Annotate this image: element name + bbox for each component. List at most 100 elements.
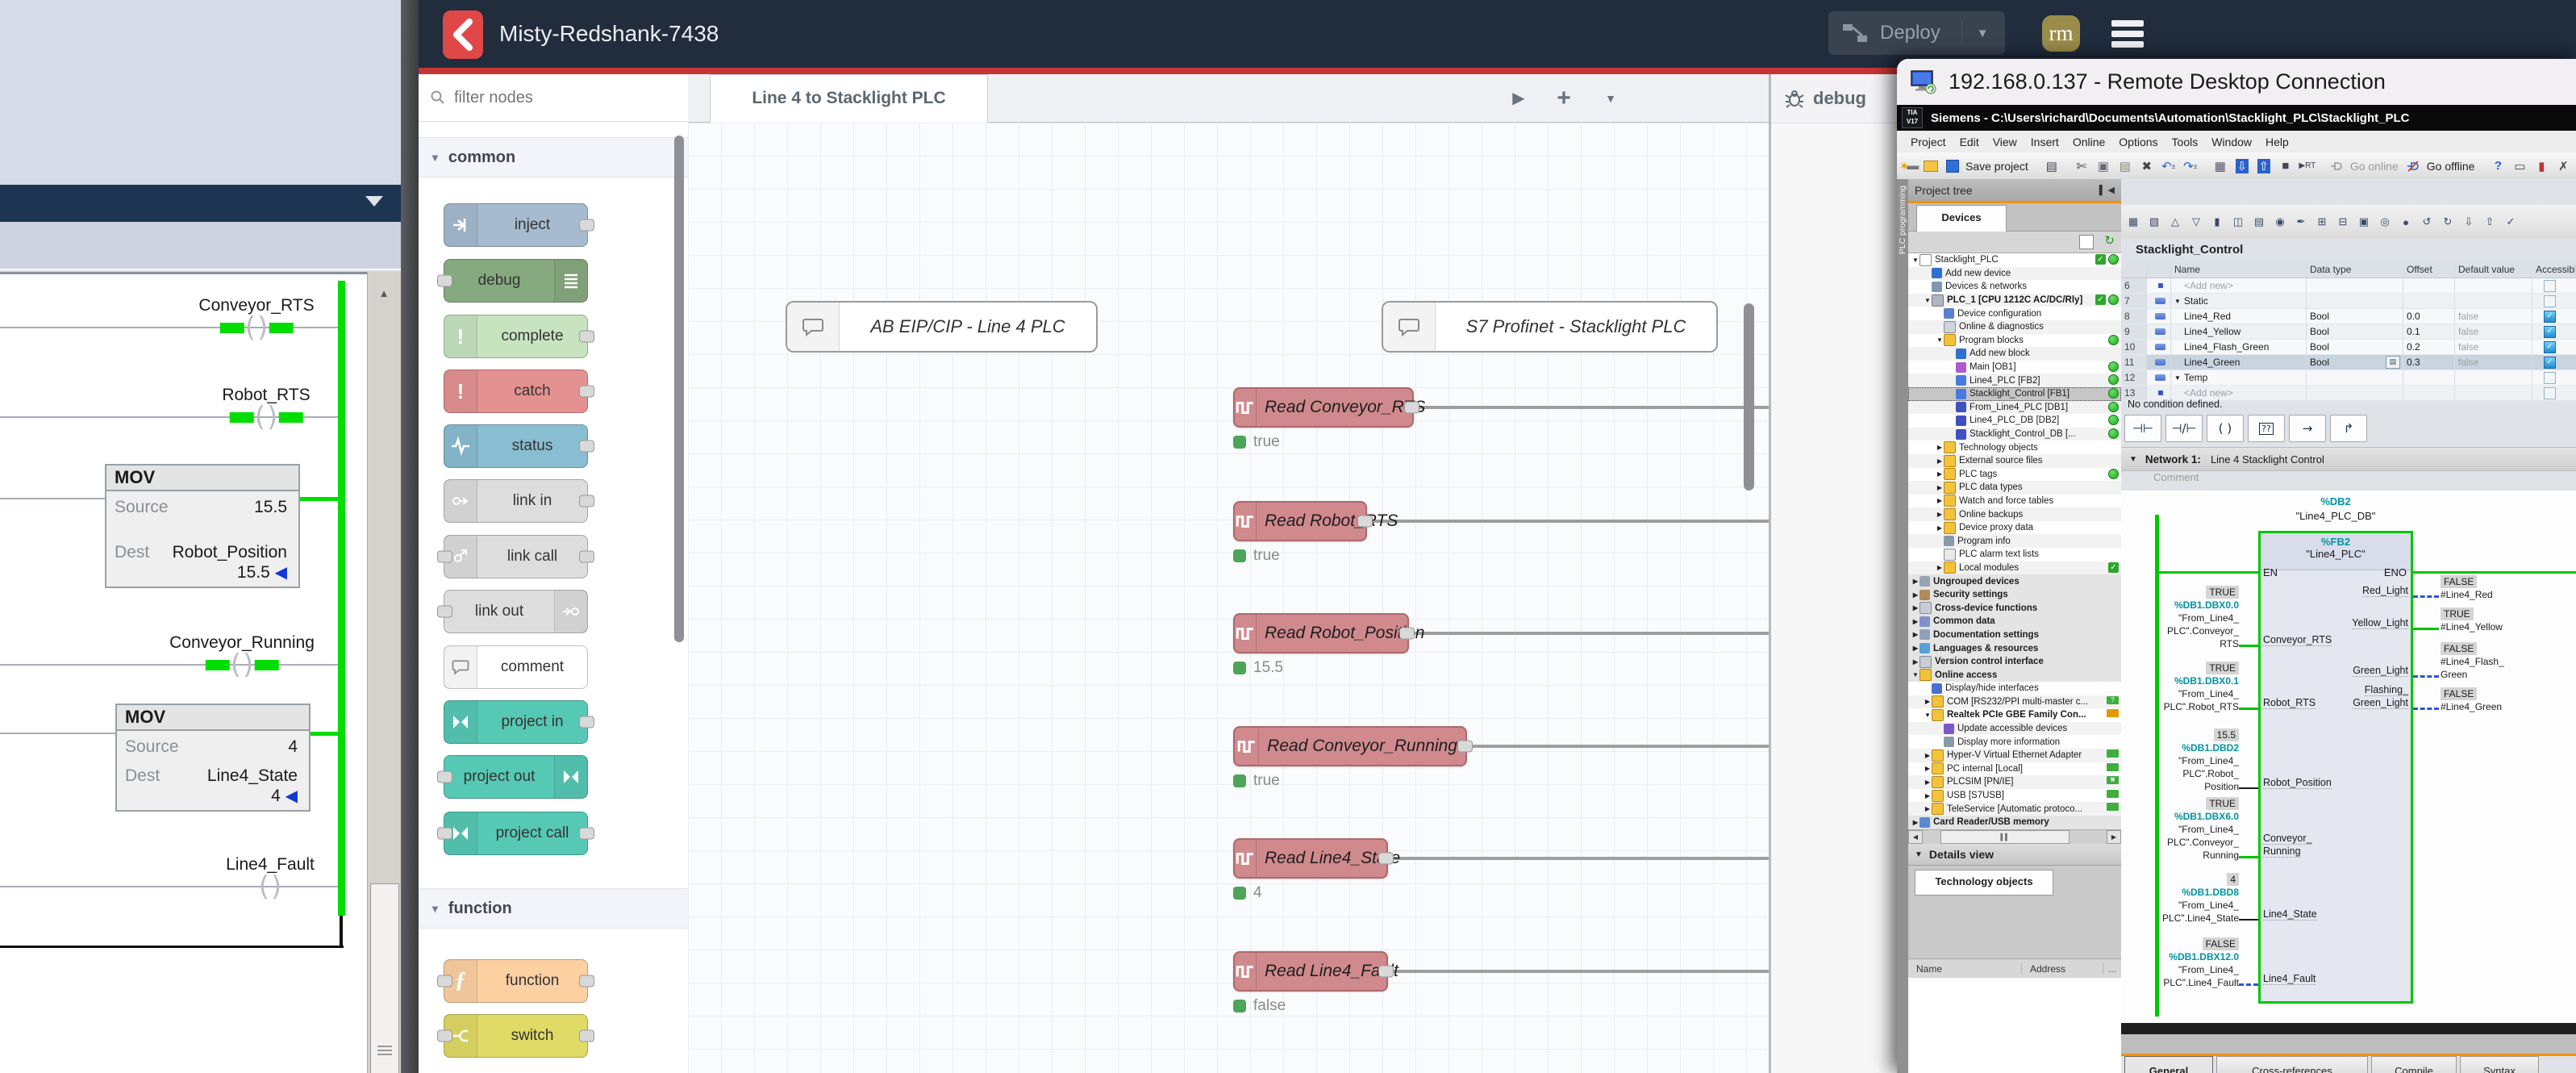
checkbox-icon[interactable] — [2544, 372, 2556, 384]
side-tab-plc-programming[interactable]: PLC programming — [1897, 179, 1908, 1073]
expand-all-icon[interactable]: ⊞ — [2313, 213, 2331, 231]
tree-item-ungrouped-devices[interactable]: ▶Ungrouped devices — [1908, 574, 2121, 588]
tree-item-version-control-interface[interactable]: ▶Version control interface — [1908, 655, 2121, 669]
expander-closed-icon[interactable]: ▶ — [1924, 792, 1932, 800]
tree-item-pc-internal-local[interactable]: ▶PC internal [Local] — [1908, 762, 2121, 776]
open-project-icon[interactable] — [1921, 157, 1940, 176]
table-row[interactable]: 9Line4_YellowBool0.1false✓ — [2121, 324, 2576, 340]
add-flow-icon[interactable]: + — [1546, 74, 1582, 123]
tab-line4-to-stacklight-plc[interactable]: Line 4 to Stacklight PLC — [710, 74, 988, 123]
cell-accessible[interactable]: ✓ — [2532, 355, 2576, 369]
tree-item-teleservice-automatic-protoco[interactable]: ▶TeleService [Automatic protoco... — [1908, 802, 2121, 816]
tree-item-card-reader-usb-memory[interactable]: ▶Card Reader/USB memory — [1908, 816, 2121, 829]
tree-item-main-ob1[interactable]: Main [OB1] — [1908, 361, 2121, 374]
ladder-contact[interactable]: () — [220, 317, 294, 338]
expander-open-icon[interactable]: ▼ — [1936, 336, 1944, 344]
tree-item-plc-1-cpu-1212c-ac-dc-rly[interactable]: ▼PLC_1 [CPU 1212C AC/DC/Rly]✓ — [1908, 294, 2121, 307]
cell-data-type[interactable] — [2307, 370, 2403, 385]
tab-general[interactable]: General — [2124, 1056, 2213, 1073]
tree-item-online-diagnostics[interactable]: Online & diagnostics — [1908, 320, 2121, 334]
start-sim-icon[interactable]: ▭ — [2510, 157, 2529, 176]
expander-closed-icon[interactable]: ▶ — [1911, 645, 1919, 652]
empty-box-button[interactable]: ?? — [2248, 415, 2285, 442]
nc-contact-button[interactable]: ⊣/⊢ — [2165, 415, 2203, 442]
comment-node[interactable]: AB EIP/CIP - Line 4 PLC — [786, 301, 1098, 353]
cut-icon[interactable]: ✄ — [2072, 157, 2091, 176]
cell-name[interactable]: ▼Temp — [2171, 370, 2307, 385]
comment-node[interactable]: S7 Profinet - Stacklight PLC — [1382, 301, 1718, 353]
palette-section-common[interactable]: ▼common — [419, 137, 688, 177]
redo-icon[interactable]: ↷± — [2181, 157, 2200, 176]
search-input[interactable] — [452, 88, 649, 108]
menu-insert[interactable]: Insert — [2031, 136, 2059, 148]
table-row[interactable]: 10Line4_Flash_GreenBool0.2false✓ — [2121, 340, 2576, 355]
close-branch-button[interactable]: ↱ — [2330, 415, 2367, 442]
table-row[interactable]: 11Line4_GreenBool▤0.3false✓ — [2121, 355, 2576, 370]
palette-node-comment[interactable]: comment — [444, 645, 588, 689]
expander-closed-icon[interactable]: ▶ — [1924, 805, 1932, 812]
scroll-up-icon[interactable]: ▲ — [372, 283, 396, 304]
expander-open-icon[interactable]: ▼ — [1924, 712, 1932, 719]
cell-default[interactable]: false — [2455, 309, 2532, 324]
palette-section-function[interactable]: ▼function — [419, 888, 688, 929]
cell-name[interactable]: Line4_Green — [2171, 355, 2307, 369]
expander-closed-icon[interactable]: ▶ — [1936, 470, 1944, 478]
expander-closed-icon[interactable]: ▶ — [1911, 591, 1919, 599]
expander-closed-icon[interactable]: ▶ — [1911, 604, 1919, 612]
expander-closed-icon[interactable]: ▶ — [1936, 497, 1944, 504]
tree-item-display-hide-interfaces[interactable]: Display/hide interfaces — [1908, 682, 2121, 695]
go-offline-button[interactable]: Go offline — [2427, 160, 2475, 173]
tree-item-program-info[interactable]: Program info — [1908, 534, 2121, 548]
compile-icon[interactable]: ▦ — [2211, 157, 2230, 176]
menu-project[interactable]: Project — [1911, 136, 1946, 148]
print-icon[interactable]: ▤ — [2042, 157, 2061, 176]
cell-default[interactable] — [2455, 370, 2532, 385]
reset-start-icon[interactable]: ↺ — [2418, 213, 2436, 231]
cell-name[interactable]: Line4_Red — [2171, 309, 2307, 324]
flow-node-read[interactable]: Read Robot_RTS — [1233, 501, 1367, 541]
expander-closed-icon[interactable]: ▶ — [1936, 484, 1944, 491]
ladder-contact[interactable]: () — [230, 407, 303, 428]
fb-call-block[interactable]: %FB2 "Line4_PLC" — [2258, 531, 2413, 1004]
palette-search[interactable] — [419, 74, 688, 122]
expander-closed-icon[interactable]: ▶ — [1911, 578, 1919, 585]
tree-item-line4-plc-db-db2[interactable]: Line4_PLC_DB [DB2] — [1908, 414, 2121, 428]
project-tree-header[interactable]: Project tree ▌ ◀ — [1908, 179, 2121, 203]
tia-titlebar[interactable]: TIAV17 Siemens - C:\Users\richard\Docume… — [1897, 105, 2576, 131]
tree-item-realtek-pcie-gbe-family-con[interactable]: ▼Realtek PCIe GBE Family Con... — [1908, 708, 2121, 722]
tab-cross-references[interactable]: Cross-references — [2216, 1056, 2368, 1073]
cell-data-type[interactable] — [2307, 278, 2403, 293]
expander-closed-icon[interactable]: ▶ — [1911, 631, 1919, 638]
ladder-scrollbar[interactable]: ▲ — [367, 272, 402, 1073]
upload-block-icon[interactable]: ⇧ — [2481, 213, 2499, 231]
upload-icon[interactable]: ⇧ — [2254, 157, 2274, 176]
checkbox-checked-icon[interactable]: ✓ — [2544, 311, 2556, 323]
cell-data-type[interactable]: Bool — [2307, 324, 2403, 339]
flow-node-read[interactable]: Read Conveyor_Running — [1233, 726, 1467, 766]
tree-item-technology-objects[interactable]: ▶Technology objects — [1908, 440, 2121, 454]
expander-closed-icon[interactable]: ▶ — [1936, 564, 1944, 571]
cell-offset[interactable] — [2403, 294, 2455, 308]
expander-closed-icon[interactable]: ▶ — [1936, 524, 1944, 532]
canvas-scrollbar-thumb[interactable] — [1744, 303, 1754, 491]
menu-window[interactable]: Window — [2211, 136, 2252, 148]
tree-horizontal-scrollbar[interactable]: ◀ ▌▌ ▶ — [1908, 829, 2121, 845]
tree-item-plc-data-types[interactable]: ▶PLC data types — [1908, 481, 2121, 495]
column-header[interactable]: Data type — [2307, 261, 2403, 278]
data-type-picker-icon[interactable]: ▤ — [2386, 356, 2400, 369]
menu-options[interactable]: Options — [2119, 136, 2157, 148]
monitor-off-icon[interactable]: ● — [2397, 213, 2415, 231]
stop-sim-icon[interactable]: ▮ — [2532, 157, 2551, 176]
expander-closed-icon[interactable]: ▶ — [1911, 618, 1919, 625]
flows-menu-icon[interactable]: ▼ — [1596, 74, 1625, 123]
insert-row-icon[interactable]: ▦ — [2124, 213, 2142, 231]
palette-node-project-out[interactable]: project out — [444, 755, 588, 799]
cell-offset[interactable]: 0.3 — [2403, 355, 2455, 369]
collapse-panel-icon[interactable]: ▌ ◀ — [2099, 185, 2115, 195]
menu-edit[interactable]: Edit — [1960, 136, 1979, 148]
deploy-button[interactable]: Deploy ▼ — [1828, 11, 2005, 55]
tree-item-plcsim-pn-ie[interactable]: ▶PLCSIM [PN/IE]✖ — [1908, 775, 2121, 789]
checkbox-checked-icon[interactable]: ✓ — [2544, 341, 2556, 353]
palette-node-switch[interactable]: switch — [444, 1014, 588, 1058]
palette-node-link-out[interactable]: link out — [444, 590, 588, 633]
